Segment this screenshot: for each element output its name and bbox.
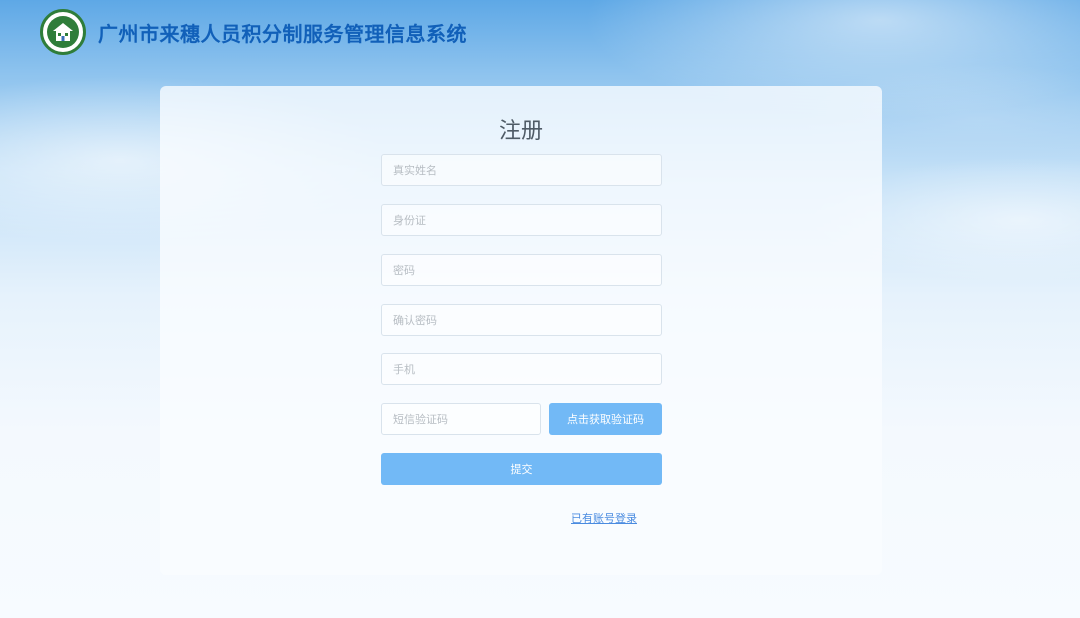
password-input[interactable]	[381, 254, 662, 286]
app-title: 广州市来穗人员积分制服务管理信息系统	[98, 21, 467, 46]
emblem-house-icon	[40, 9, 86, 55]
id-card-input[interactable]	[381, 204, 662, 236]
logo-inner	[47, 16, 79, 48]
real-name-input[interactable]	[381, 154, 662, 186]
house-icon	[53, 23, 73, 41]
get-sms-code-button[interactable]: 点击获取验证码	[549, 403, 662, 435]
login-link[interactable]: 已有账号登录	[571, 510, 637, 526]
register-card: 注册 点击获取验证码 提交 已有账号登录	[160, 86, 882, 575]
header: 广州市来穗人员积分制服务管理信息系统	[40, 9, 467, 55]
confirm-password-input[interactable]	[381, 304, 662, 336]
sms-code-input[interactable]	[381, 403, 541, 435]
submit-button[interactable]: 提交	[381, 453, 662, 485]
phone-input[interactable]	[381, 353, 662, 385]
page-title: 注册	[498, 119, 543, 144]
